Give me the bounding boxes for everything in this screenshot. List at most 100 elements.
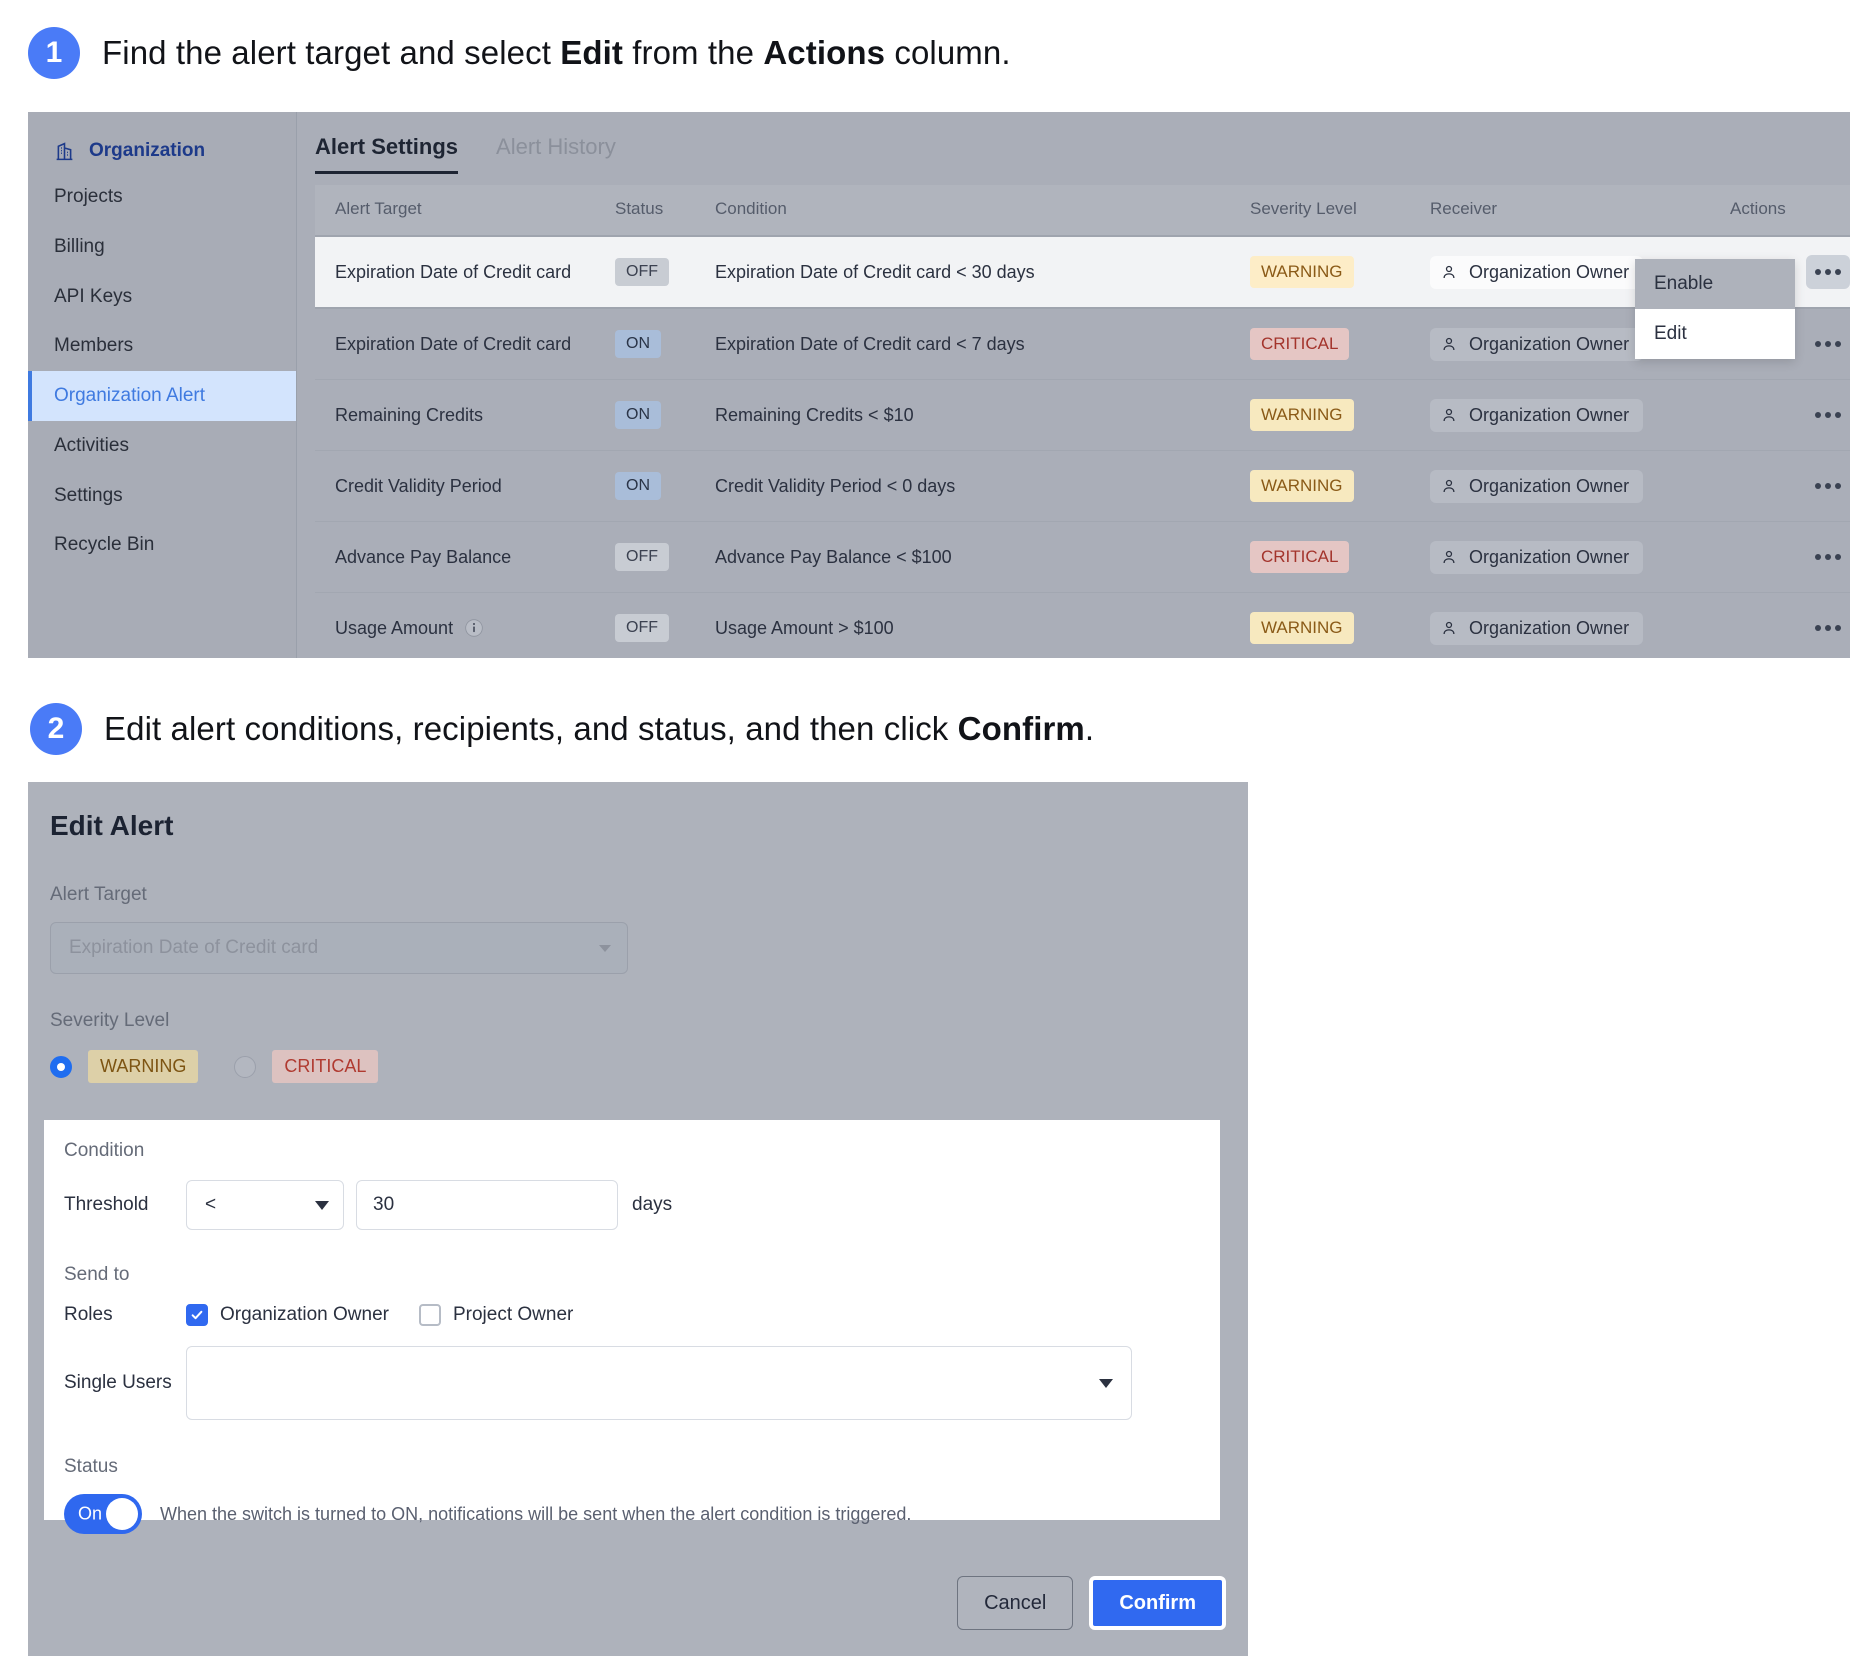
sidebar-item-api-keys[interactable]: API Keys: [28, 272, 296, 322]
step-2-text: Edit alert conditions, recipients, and s…: [104, 710, 1094, 748]
radio-warning[interactable]: [50, 1055, 72, 1078]
threshold-operator-select[interactable]: <: [186, 1180, 344, 1230]
dot: [1825, 554, 1831, 560]
alert-target-field: Alert Target Expiration Date of Credit c…: [28, 884, 1248, 974]
cell-actions: [1730, 450, 1850, 522]
step-1-badge: 1: [28, 27, 80, 79]
row-actions-menu-button[interactable]: [1806, 611, 1850, 645]
column-header-status: Status: [615, 185, 715, 237]
step-2-text-bold-confirm: Confirm: [957, 710, 1085, 747]
cell-condition: Usage Amount > $100: [715, 592, 1250, 658]
dot: [1825, 625, 1831, 631]
severity-option-warning-label[interactable]: WARNING: [88, 1050, 199, 1083]
chevron-down-icon: [315, 1200, 329, 1210]
status-toggle-label: On: [78, 1503, 103, 1524]
threshold-value-input[interactable]: 30: [356, 1180, 618, 1230]
dot: [1835, 483, 1841, 489]
cell-receiver: Organization Owner: [1430, 592, 1730, 658]
checkbox-project-owner-label[interactable]: Project Owner: [453, 1304, 573, 1326]
threshold-value: 30: [373, 1194, 395, 1215]
condition-label: Condition: [64, 1140, 145, 1161]
severity-badge: WARNING: [1250, 469, 1354, 503]
table-row[interactable]: Expiration Date of Credit card ON Expira…: [315, 308, 1850, 380]
cell-condition: Expiration Date of Credit card < 30 days: [715, 236, 1250, 309]
roles-label: Roles: [64, 1304, 113, 1325]
cell-severity: CRITICAL: [1250, 308, 1430, 380]
severity-badge: CRITICAL: [1250, 540, 1350, 574]
table-row[interactable]: Advance Pay Balance OFF Advance Pay Bala…: [315, 521, 1850, 593]
row-actions-menu-button[interactable]: [1806, 469, 1850, 503]
sidebar-item-recycle-bin[interactable]: Recycle Bin: [28, 520, 296, 570]
chevron-down-icon: [1099, 1378, 1113, 1388]
receiver-label: Organization Owner: [1469, 333, 1630, 354]
row-actions-menu-button[interactable]: [1806, 255, 1850, 289]
status-badge: ON: [615, 329, 661, 359]
sidebar: Organization Projects Billing API Keys M…: [28, 112, 297, 658]
checkbox-organization-owner-label[interactable]: Organization Owner: [220, 1304, 389, 1326]
table-row[interactable]: Remaining Credits ON Remaining Credits <…: [315, 379, 1850, 451]
checkbox-organization-owner[interactable]: [186, 1304, 208, 1326]
confirm-button[interactable]: Confirm: [1089, 1576, 1226, 1630]
sidebar-org-label: Organization: [89, 140, 206, 161]
table-row[interactable]: Usage Amount OFF Usage Amount > $100 WAR…: [315, 592, 1850, 658]
cell-alert-target: Expiration Date of Credit card: [315, 236, 615, 309]
tab-alert-history[interactable]: Alert History: [496, 134, 616, 174]
sidebar-item-members[interactable]: Members: [28, 321, 296, 371]
dialog-title: Edit Alert: [50, 810, 174, 841]
cell-condition: Credit Validity Period < 0 days: [715, 450, 1250, 522]
status-label: Status: [64, 1456, 118, 1477]
threshold-label: Threshold: [64, 1194, 149, 1215]
dot: [1815, 412, 1821, 418]
cell-condition: Advance Pay Balance < $100: [715, 521, 1250, 593]
status-toggle[interactable]: On: [64, 1494, 142, 1534]
roles-row: Roles Organization Owner Project Owner: [64, 1304, 1220, 1326]
receiver-chip: Organization Owner: [1430, 540, 1644, 574]
dot: [1835, 554, 1841, 560]
dot: [1835, 341, 1841, 347]
single-users-row: Single Users: [64, 1346, 1220, 1420]
cell-alert-target: Expiration Date of Credit card: [315, 308, 615, 380]
step-2-badge: 2: [30, 703, 82, 755]
severity-badge: WARNING: [1250, 611, 1354, 645]
severity-badge: WARNING: [1250, 255, 1354, 289]
sidebar-item-settings[interactable]: Settings: [28, 471, 296, 521]
menu-item-enable[interactable]: Enable: [1635, 259, 1795, 309]
sidebar-item-projects[interactable]: Projects: [28, 172, 296, 222]
step-1-text-bold-edit: Edit: [560, 34, 623, 71]
cell-actions: [1730, 592, 1850, 658]
checkbox-project-owner[interactable]: [418, 1304, 441, 1326]
dialog-condition-card: Condition Threshold < 30 days Send to Ro…: [44, 1120, 1220, 1534]
radio-critical[interactable]: [234, 1055, 257, 1078]
tutorial-page: 1 Find the alert target and select Edit …: [0, 0, 1860, 1656]
column-header-alert-target: Alert Target: [315, 185, 615, 237]
sidebar-org-header[interactable]: Organization: [28, 130, 296, 172]
sidebar-item-billing[interactable]: Billing: [28, 222, 296, 272]
step-1-text-bold-actions: Actions: [763, 34, 886, 71]
dot: [1825, 483, 1831, 489]
sidebar-item-activities[interactable]: Activities: [28, 421, 296, 471]
tab-alert-settings[interactable]: Alert Settings: [315, 134, 459, 174]
cancel-button[interactable]: Cancel: [957, 1576, 1074, 1630]
severity-level-label: Severity Level: [50, 1010, 170, 1031]
user-icon: [1443, 408, 1455, 422]
sidebar-item-organization-alert[interactable]: Organization Alert: [28, 371, 296, 421]
status-badge: OFF: [615, 257, 669, 287]
menu-item-edit[interactable]: Edit: [1635, 309, 1795, 359]
severity-option-critical-label[interactable]: CRITICAL: [272, 1050, 379, 1083]
row-actions-dropdown: Enable Edit: [1635, 259, 1795, 359]
table-row[interactable]: Credit Validity Period ON Credit Validit…: [315, 450, 1850, 522]
cell-status: OFF: [615, 236, 715, 309]
step-1-text-post: column.: [885, 34, 1011, 71]
row-actions-menu-button[interactable]: [1806, 398, 1850, 432]
cell-alert-target: Advance Pay Balance: [315, 521, 615, 593]
dot: [1815, 483, 1821, 489]
info-icon[interactable]: [464, 618, 484, 638]
single-users-select[interactable]: [186, 1346, 1132, 1420]
receiver-label: Organization Owner: [1469, 475, 1630, 496]
severity-options: WARNING CRITICAL: [50, 1050, 1248, 1083]
column-header-severity-level: Severity Level: [1250, 185, 1430, 237]
table-row[interactable]: Expiration Date of Credit card OFF Expir…: [315, 236, 1850, 309]
check-icon: [191, 1310, 203, 1320]
row-actions-menu-button[interactable]: [1806, 540, 1850, 574]
row-actions-menu-button[interactable]: [1806, 327, 1850, 361]
